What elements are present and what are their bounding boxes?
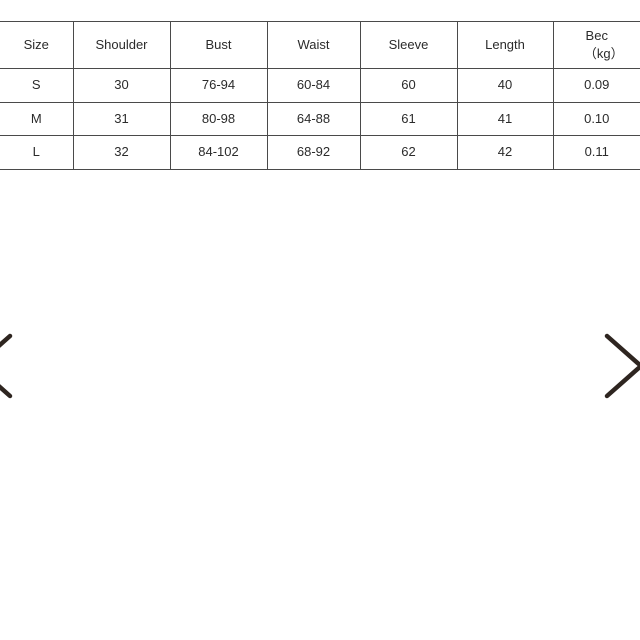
cell-bust: 76-94 — [170, 68, 268, 103]
cell-bec: 0.09 — [553, 68, 640, 103]
cell-waist: 64-88 — [267, 102, 361, 136]
cell-waist: 68-92 — [267, 135, 361, 170]
size-chart: Size Shoulder Bust Waist Sleeve Length B… — [0, 21, 640, 170]
column-header-bec: Bec （kg） — [553, 21, 640, 69]
cell-bec: 0.10 — [553, 102, 640, 136]
column-header-label: Bust — [205, 36, 232, 52]
cell-size: L — [0, 135, 74, 170]
cell-sleeve: 60 — [360, 68, 458, 103]
column-header-label: Bec — [585, 28, 608, 44]
cell-size: M — [0, 102, 74, 136]
column-header-label: Size — [23, 36, 49, 52]
cell-bust: 84-102 — [170, 135, 268, 170]
column-header-length: Length — [457, 21, 554, 69]
cell-shoulder: 31 — [73, 102, 171, 136]
table-row: L 32 84-102 68-92 62 42 0.11 — [0, 135, 640, 170]
table-row: M 31 80-98 64-88 61 41 0.10 — [0, 102, 640, 136]
cell-shoulder: 30 — [73, 68, 171, 103]
column-header-label: Sleeve — [388, 36, 429, 52]
cell-sleeve: 61 — [360, 102, 458, 136]
column-header-unit: （kg） — [583, 46, 624, 61]
column-header-label: Shoulder — [95, 36, 148, 52]
table-header-row: Size Shoulder Bust Waist Sleeve Length B… — [0, 21, 640, 69]
cell-bust: 80-98 — [170, 102, 268, 136]
cell-sleeve: 62 — [360, 135, 458, 170]
column-header-bust: Bust — [170, 21, 268, 69]
column-header-label: Length — [485, 36, 525, 52]
column-header-size: Size — [0, 21, 74, 69]
cell-waist: 60-84 — [267, 68, 361, 103]
chevron-left-icon — [0, 333, 13, 399]
size-chart-table: Size Shoulder Bust Waist Sleeve Length B… — [0, 21, 640, 170]
column-header-waist: Waist — [267, 21, 361, 69]
column-header-stack: Bec （kg） — [554, 27, 640, 62]
page-root: Size Shoulder Bust Waist Sleeve Length B… — [0, 0, 640, 640]
chevron-right-icon — [604, 333, 640, 399]
carousel-next-button[interactable] — [601, 333, 640, 399]
cell-size: S — [0, 68, 74, 103]
cell-bec: 0.11 — [553, 135, 640, 170]
cell-length: 40 — [457, 68, 554, 103]
table-row: S 30 76-94 60-84 60 40 0.09 — [0, 68, 640, 103]
column-header-shoulder: Shoulder — [73, 21, 171, 69]
column-header-label: Waist — [297, 36, 330, 52]
column-header-sleeve: Sleeve — [360, 21, 458, 69]
cell-shoulder: 32 — [73, 135, 171, 170]
carousel-prev-button[interactable] — [0, 333, 16, 399]
cell-length: 41 — [457, 102, 554, 136]
cell-length: 42 — [457, 135, 554, 170]
